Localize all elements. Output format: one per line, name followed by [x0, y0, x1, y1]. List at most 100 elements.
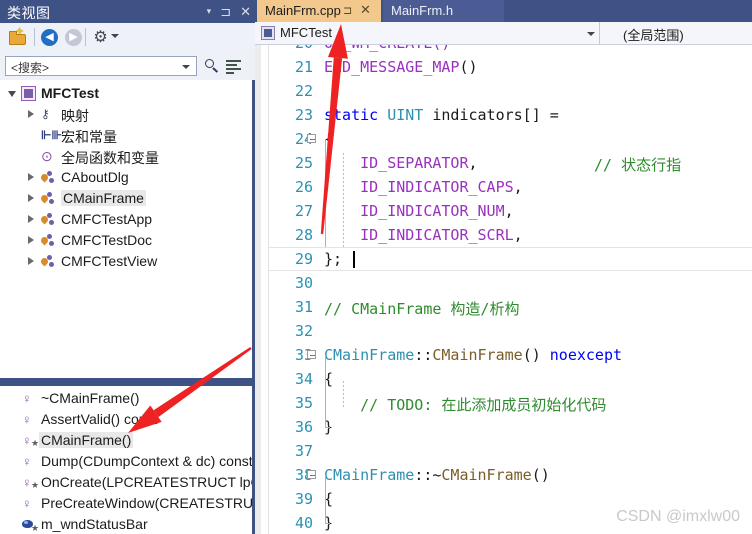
method-icon: ♀: [22, 412, 32, 427]
code-line-22[interactable]: 22: [269, 79, 752, 103]
code-line-25[interactable]: 25 ID_SEPARATOR, // 状态行指: [269, 151, 752, 175]
tree-item-映射[interactable]: ⚷ 映射: [0, 104, 252, 125]
code-line-34[interactable]: 34{: [269, 367, 752, 391]
code-token: UINT: [387, 106, 424, 124]
close-icon[interactable]: ✕: [240, 5, 251, 18]
code-line-36[interactable]: 36}: [269, 415, 752, 439]
globe-icon: ⊙: [41, 148, 53, 164]
editor-tabstrip[interactable]: MainFrm.cpp ⊐ ✕ MainFrm.h: [255, 0, 752, 22]
forward-icon[interactable]: ▶: [65, 29, 82, 46]
class-tree[interactable]: MFCTest ⚷ 映射 ⊩⊪ 宏和常量 ⊙ 全局函数和变量 CAboutDlg CMainFr…: [0, 80, 252, 378]
navbar-project-dropdown[interactable]: MFCTest: [255, 22, 600, 44]
new-folder-icon[interactable]: ✦: [8, 27, 28, 46]
code-text: };: [324, 250, 342, 268]
tree-item-label: 映射: [61, 108, 89, 124]
code-line-20[interactable]: 20 ON_WM_CREATE(): [269, 45, 752, 55]
tree-item-CMFCTestDoc[interactable]: CMFCTestDoc: [0, 230, 252, 251]
navbar-project-caret-icon[interactable]: [587, 32, 595, 36]
panel-splitter[interactable]: [0, 378, 255, 386]
tree-item-CMFCTestView[interactable]: CMFCTestView: [0, 251, 252, 272]
line-number: 22: [294, 82, 313, 100]
editor-tab-MainFrm.h[interactable]: MainFrm.h: [383, 0, 504, 22]
code-line-37[interactable]: 37: [269, 439, 752, 463]
tree-expander-icon[interactable]: [28, 236, 34, 244]
navbar-scope-value[interactable]: (全局范围): [623, 25, 684, 44]
fold-toggle-icon[interactable]: [307, 134, 316, 143]
member-item-CMainFrame[interactable]: ♀ ★ CMainFrame(): [0, 430, 252, 451]
class-icon: [39, 209, 56, 230]
tree-item-宏和常量[interactable]: ⊩⊪ 宏和常量: [0, 125, 252, 146]
code-line-26[interactable]: 26 ID_INDICATOR_CAPS,: [269, 175, 752, 199]
member-item-DumpCDumpContextdcconst[interactable]: ♀ Dump(CDumpContext & dc) const: [0, 451, 252, 472]
search-icon[interactable]: [204, 58, 220, 74]
class-view-titlebar: 类视图 ▾ ⊐ ✕: [0, 0, 255, 23]
code-structure-guide: [325, 139, 326, 247]
tree-item-CAboutDlg[interactable]: CAboutDlg: [0, 167, 252, 188]
code-line-24[interactable]: 24{: [269, 127, 752, 151]
code-line-23[interactable]: 23 static UINT indicators[] =: [269, 103, 752, 127]
search-input[interactable]: <搜索>: [5, 56, 197, 76]
search-history-caret-icon[interactable]: [182, 65, 190, 69]
code-line-33[interactable]: 33 CMainFrame::CMainFrame() noexcept: [269, 343, 752, 367]
tab-label: MainFrm.h: [391, 3, 454, 18]
gear-icon[interactable]: ⚙: [92, 29, 109, 46]
member-item-~CMainFrame[interactable]: ♀ ~CMainFrame(): [0, 388, 252, 409]
code-token: ,: [504, 202, 514, 220]
code-structure-guide-foot: [325, 427, 330, 428]
tree-expander-icon[interactable]: [28, 215, 34, 223]
panel-title-buttons: ▾ ⊐ ✕: [207, 0, 251, 23]
member-item-OnCreateLPCREATESTRUCTlpCrea[interactable]: ♀★OnCreate(LPCREATESTRUCT lpCreat: [0, 472, 252, 493]
editor-tab-MainFrm.cpp[interactable]: MainFrm.cpp ⊐ ✕: [257, 0, 381, 22]
method-icon: ♀ ★: [22, 475, 40, 490]
tree-expander-icon[interactable]: [8, 91, 16, 97]
member-item-AssertValidconst[interactable]: ♀ AssertValid() const: [0, 409, 252, 430]
navigation-bar: MFCTest (全局范围): [255, 22, 752, 45]
back-icon[interactable]: ◀: [41, 29, 58, 46]
fold-toggle-icon[interactable]: [307, 470, 316, 479]
code-line-30[interactable]: 30: [269, 271, 752, 295]
tree-expander-icon[interactable]: [28, 257, 34, 265]
class-view-search-row: <搜索>: [0, 54, 255, 79]
tree-expander-icon[interactable]: [28, 110, 34, 118]
vs-window: 类视图 ▾ ⊐ ✕ ✦ ◀ ▶ ⚙ <搜索> MFCTest ⚷ 映射 ⊩⊪ 宏…: [0, 0, 752, 534]
code-token: CMainFrame: [324, 346, 415, 364]
gear-dropdown-caret-icon[interactable]: [111, 34, 119, 38]
tree-item-MFCTest[interactable]: MFCTest: [0, 83, 252, 104]
code-line-27[interactable]: 27 ID_INDICATOR_NUM,: [269, 199, 752, 223]
code-token: };: [324, 250, 343, 268]
text-caret: [353, 251, 355, 268]
code-text: static UINT indicators[] =: [324, 106, 559, 124]
pin-icon[interactable]: ⊐: [343, 4, 352, 17]
tree-expander-icon[interactable]: [28, 173, 34, 181]
tree-item-CMFCTestApp[interactable]: CMFCTestApp: [0, 209, 252, 230]
code-line-31[interactable]: 31 // CMainFrame 构造/析构: [269, 295, 752, 319]
close-icon[interactable]: ✕: [360, 2, 371, 18]
chevron-down-icon[interactable]: ▾: [207, 7, 212, 16]
member-list[interactable]: ♀ ~CMainFrame() ♀ AssertValid() const ♀ ★ CMai…: [0, 386, 252, 534]
pin-icon[interactable]: ⊐: [220, 5, 231, 18]
code-token: CMainFrame: [324, 466, 415, 484]
member-item-PreCreateWindowCREATESTRUCT[interactable]: ♀ PreCreateWindow(CREATESTRUCT &: [0, 493, 252, 514]
tree-item-label: CMFCTestDoc: [61, 232, 153, 248]
fold-toggle-icon[interactable]: [307, 350, 316, 359]
tree-item-CMainFrame[interactable]: CMainFrame: [0, 188, 252, 209]
tree-item-全局函数和变量[interactable]: ⊙ 全局函数和变量: [0, 146, 252, 167]
tree-expander-icon[interactable]: [28, 194, 34, 202]
sort-list-icon[interactable]: [226, 59, 241, 74]
line-number: 36: [294, 418, 313, 436]
code-line-38[interactable]: 38 CMainFrame::~CMainFrame(): [269, 463, 752, 487]
code-structure-guide-foot: [325, 523, 330, 524]
code-token: ::: [414, 346, 433, 364]
code-text: CMainFrame::CMainFrame() noexcept: [324, 346, 622, 364]
code-line-21[interactable]: 21 END_MESSAGE_MAP(): [269, 55, 752, 79]
code-line-35[interactable]: 35 // TODO: 在此添加成员初始化代码: [269, 391, 752, 415]
code-token: END_MESSAGE_MAP: [324, 58, 460, 76]
code-line-28[interactable]: 28 ID_INDICATOR_SCRL,: [269, 223, 752, 247]
code-text-area[interactable]: 20ON_WM_CREATE()21END_MESSAGE_MAP() 22 23s…: [269, 45, 752, 534]
code-line-29[interactable]: 29};: [269, 247, 752, 271]
class-icon: [39, 167, 56, 188]
code-line-32[interactable]: 32: [269, 319, 752, 343]
member-item-m_wndStatusBar[interactable]: ★ m_wndStatusBar: [0, 514, 252, 534]
toolbar-divider-1: [34, 28, 35, 46]
navbar-project-value: MFCTest: [280, 25, 332, 40]
